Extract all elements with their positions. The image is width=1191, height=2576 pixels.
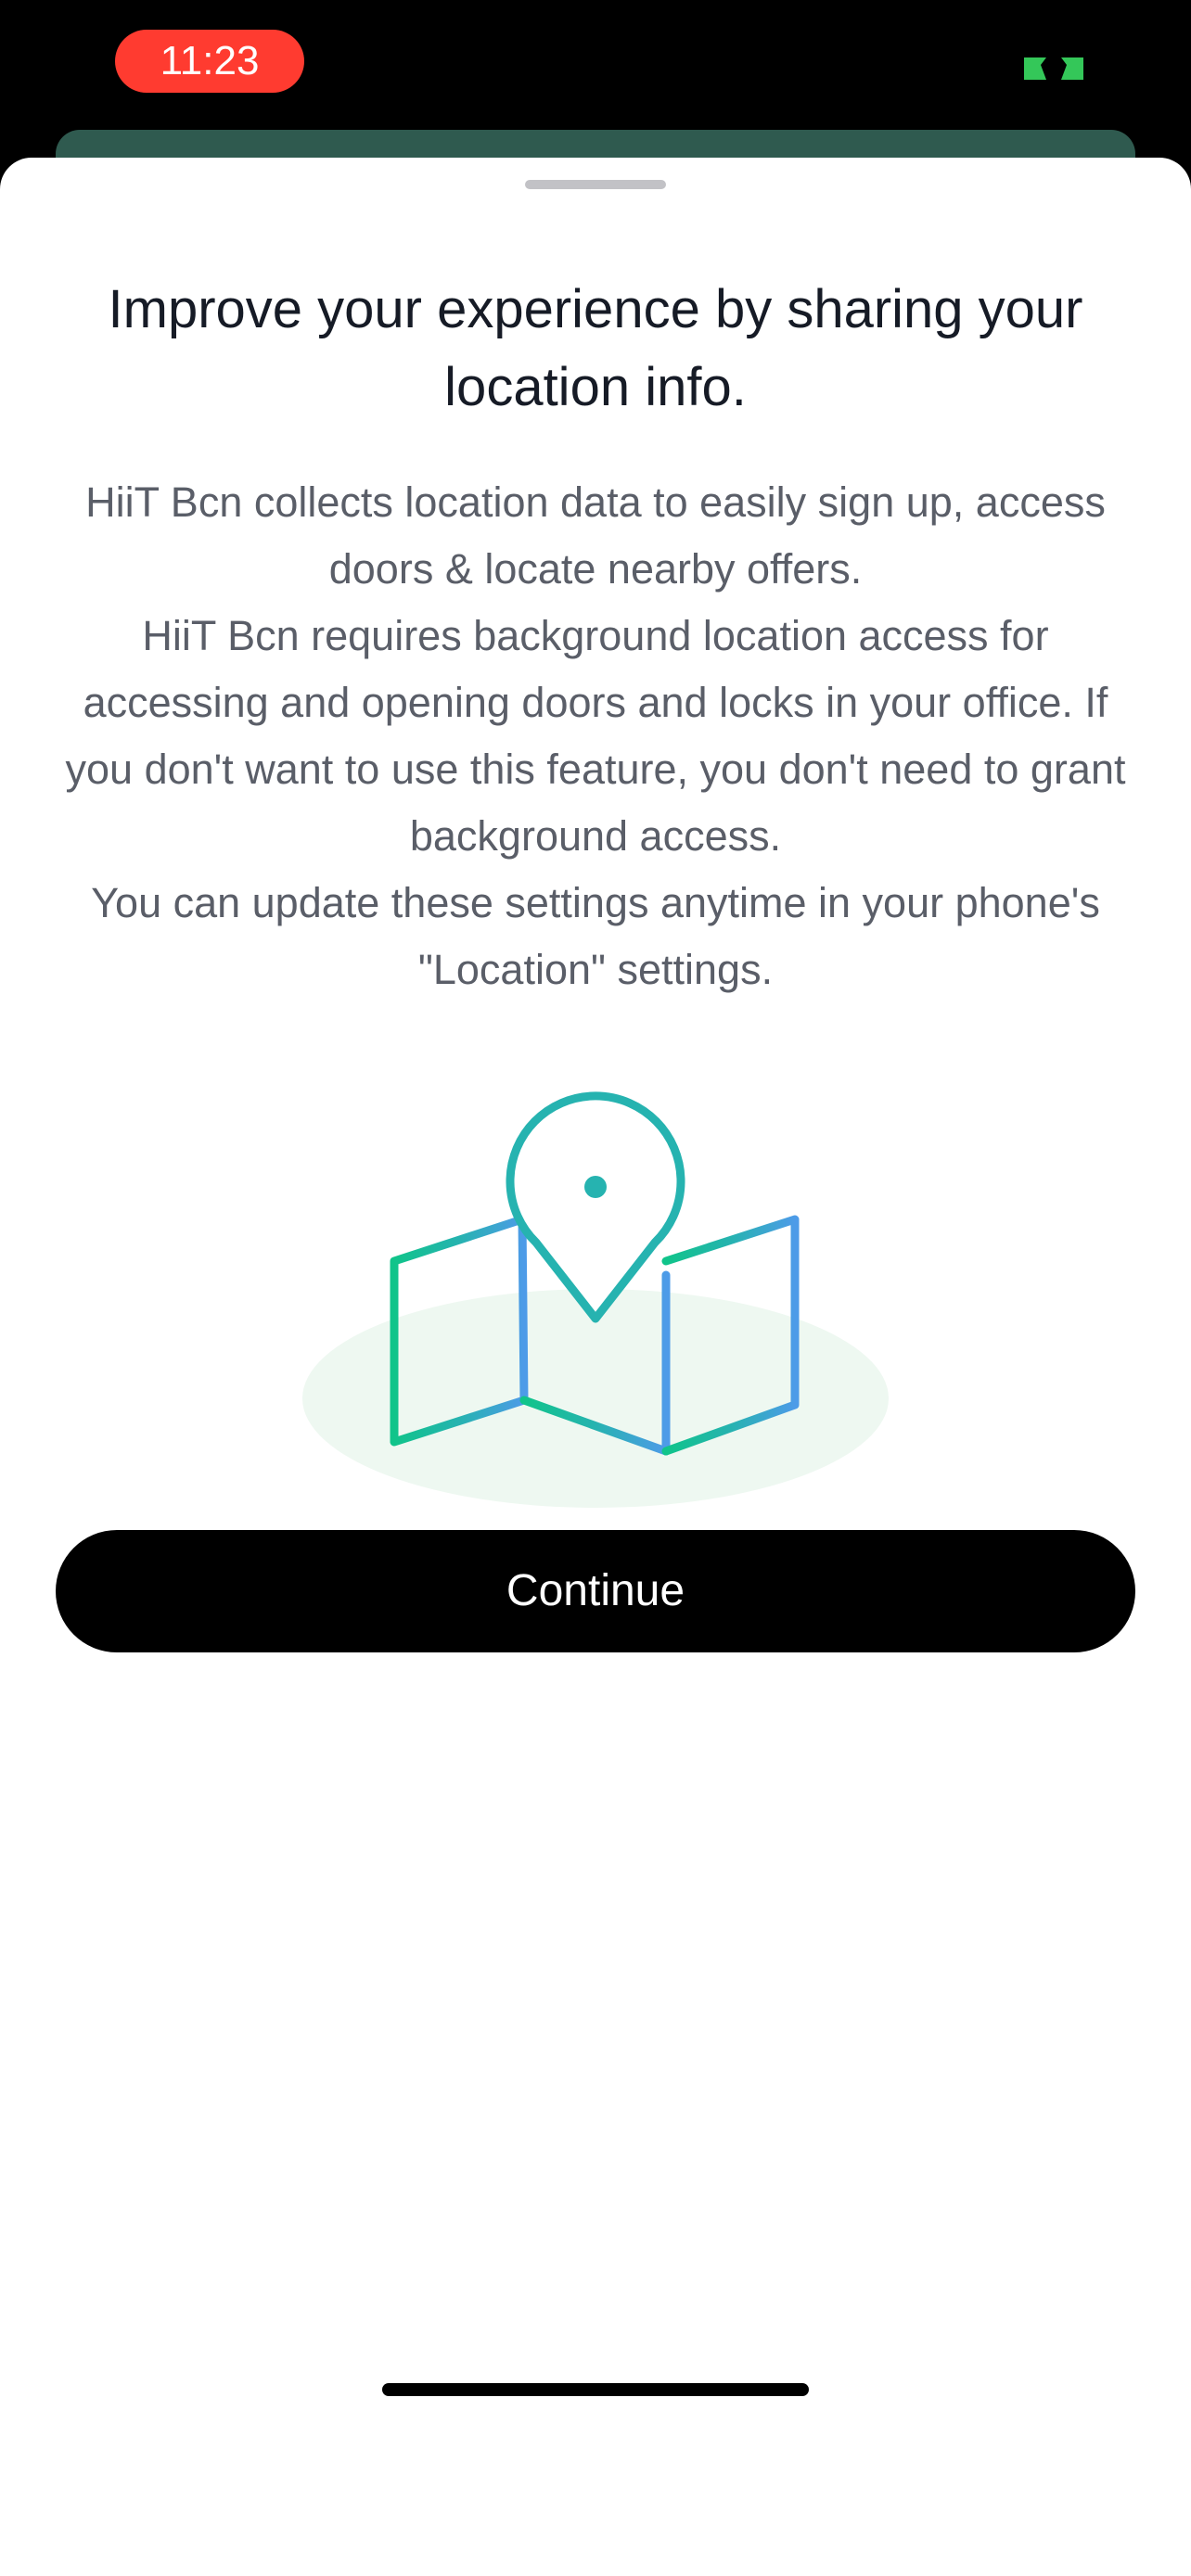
location-pin-icon xyxy=(506,1091,685,1323)
sheet-description: HiiT Bcn collects location data to easil… xyxy=(46,469,1145,1003)
sheet-grabber[interactable] xyxy=(525,180,666,189)
home-indicator[interactable] xyxy=(382,2383,809,2396)
description-paragraph: HiiT Bcn collects location data to easil… xyxy=(85,478,1106,593)
location-permission-sheet: Improve your experience by sharing your … xyxy=(0,158,1191,2576)
map-location-illustration xyxy=(302,1091,889,1508)
status-time[interactable]: 11:23 xyxy=(115,30,304,93)
status-indicator-icon xyxy=(1024,57,1083,80)
status-bar: 11:23 xyxy=(0,0,1191,139)
continue-button[interactable]: Continue xyxy=(56,1530,1135,1652)
description-paragraph: HiiT Bcn requires background location ac… xyxy=(65,612,1126,860)
description-paragraph: You can update these settings anytime in… xyxy=(91,879,1100,993)
sheet-title: Improve your experience by sharing your … xyxy=(108,279,1083,417)
